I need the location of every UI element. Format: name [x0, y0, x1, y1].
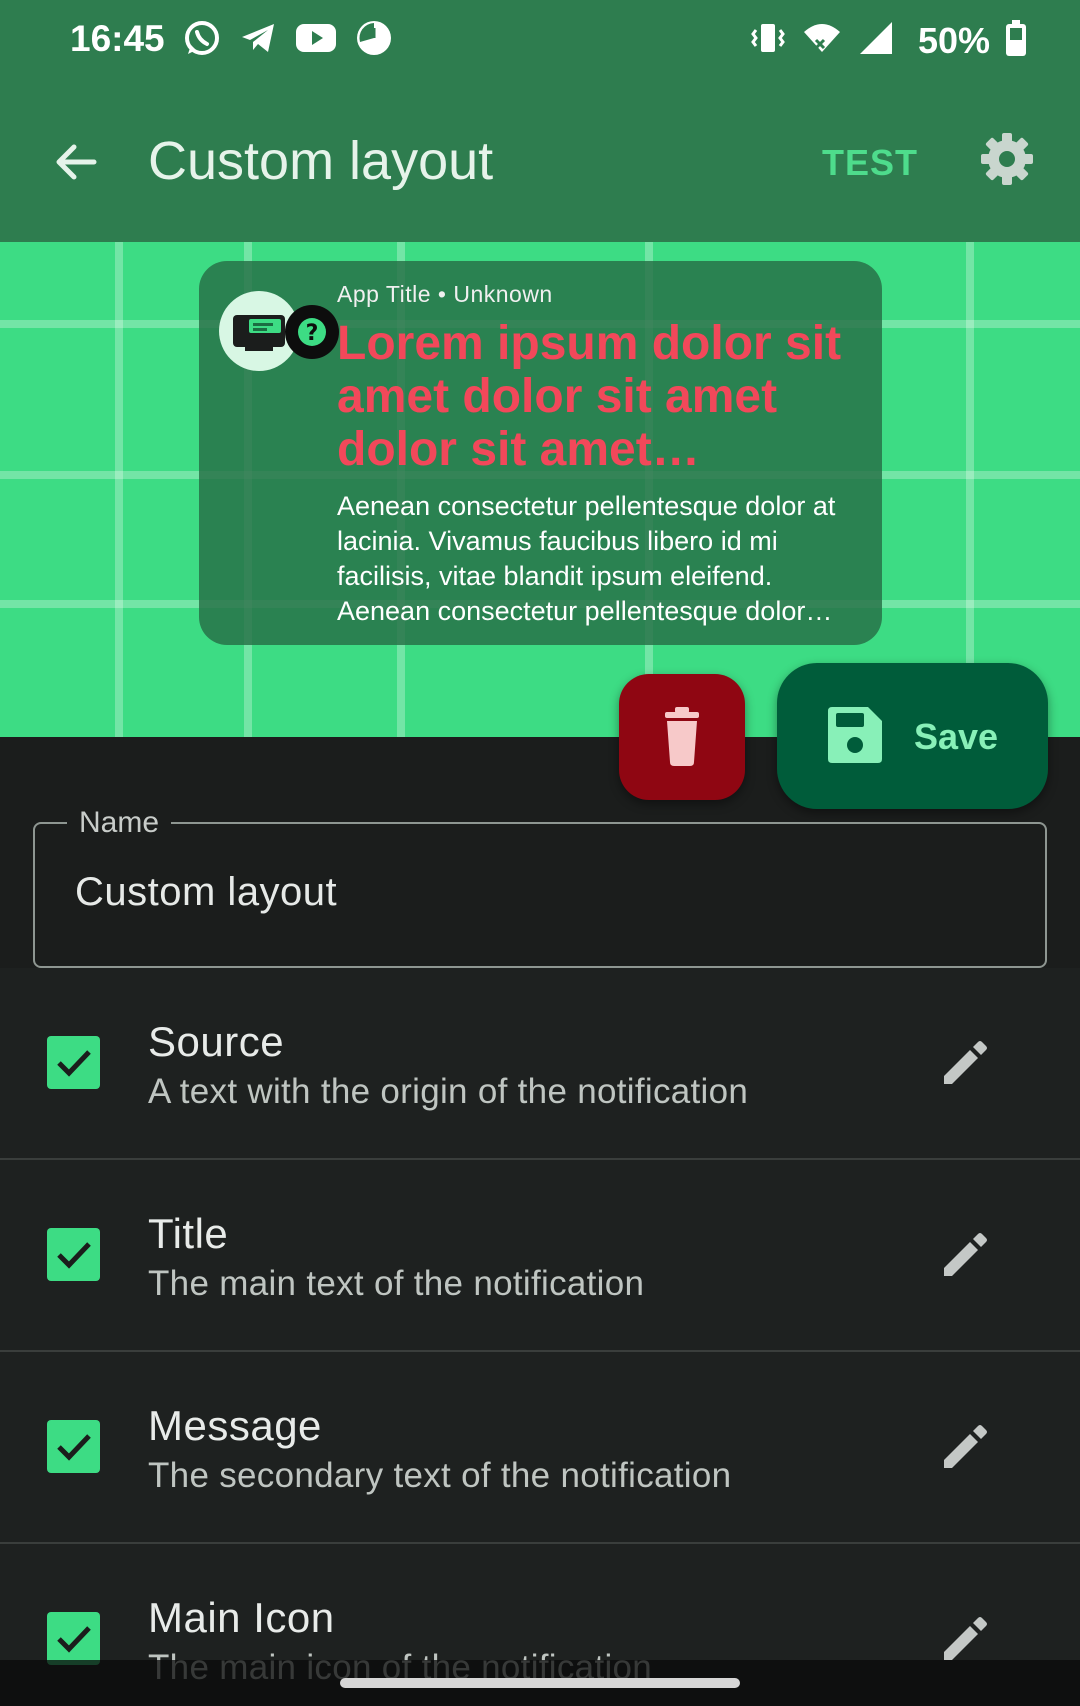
whatsapp-icon [182, 18, 222, 63]
edit-title-button[interactable] [936, 1228, 992, 1284]
pencil-icon [944, 1425, 987, 1468]
edit-message-button[interactable] [936, 1420, 992, 1476]
back-button[interactable] [46, 132, 106, 192]
battery-icon [1004, 18, 1028, 63]
check-icon [57, 1626, 91, 1653]
notification-message: Aenean consectetur pellentesque dolor at… [337, 491, 836, 626]
youtube-icon [294, 18, 338, 63]
item-title: Main Icon [148, 1594, 335, 1641]
notification-source: App Title • Unknown [337, 281, 553, 307]
message-checkbox[interactable] [47, 1420, 100, 1473]
pencil-icon [944, 1041, 987, 1084]
settings-button[interactable] [978, 130, 1036, 188]
item-subtitle: A text with the origin of the notificati… [148, 1072, 749, 1111]
telegram-icon [238, 18, 278, 63]
page-title: Custom layout [148, 131, 494, 191]
check-icon [57, 1434, 91, 1461]
save-button[interactable]: Save [777, 663, 1048, 809]
screen: 16:45 50% Custom layout TEST ? App Title… [0, 0, 1080, 1706]
gear-icon [981, 133, 1033, 185]
status-bar: 16:45 50% [0, 0, 1080, 82]
home-gesture-handle[interactable] [340, 1678, 740, 1688]
pencil-icon [944, 1233, 987, 1276]
list-item-title[interactable]: Title The main text of the notification [0, 1160, 1080, 1352]
status-app-icons [182, 18, 394, 63]
item-title: Message [148, 1402, 322, 1449]
arrow-back-icon [56, 144, 97, 180]
source-checkbox[interactable] [47, 1036, 100, 1089]
notification-app-icon: ? [219, 291, 339, 371]
layout-element-list: Source A text with the origin of the not… [0, 968, 1080, 1706]
item-subtitle: The main text of the notification [148, 1264, 645, 1303]
vibrate-icon [748, 18, 788, 63]
svg-text:?: ? [306, 321, 319, 346]
navigation-bar [0, 1660, 1080, 1706]
item-subtitle: The secondary text of the notification [148, 1456, 732, 1495]
floppy-disk-icon [828, 707, 882, 763]
notification-card: ? App Title • Unknown Lorem ipsum dolor … [199, 261, 882, 645]
list-item-message[interactable]: Message The secondary text of the notifi… [0, 1352, 1080, 1544]
name-field-label: Name [67, 806, 172, 840]
edit-source-button[interactable] [936, 1036, 992, 1092]
item-title: Title [148, 1210, 229, 1257]
test-button[interactable]: TEST [822, 142, 918, 184]
list-item-source[interactable]: Source A text with the origin of the not… [0, 968, 1080, 1160]
name-field[interactable]: Name [33, 806, 1047, 968]
notification-title: Lorem ipsum dolor sit amet dolor sit ame… [337, 317, 842, 476]
save-label: Save [914, 716, 999, 757]
trash-icon [665, 707, 699, 766]
wifi-icon [802, 18, 842, 63]
name-input[interactable] [75, 870, 975, 915]
item-title: Source [148, 1018, 285, 1065]
title-checkbox[interactable] [47, 1228, 100, 1281]
signal-icon [856, 18, 896, 63]
battery-percent: 50% [917, 19, 990, 61]
pie-chart-icon [354, 18, 394, 63]
question-badge-icon: ? [285, 305, 339, 359]
status-time: 16:45 [70, 18, 165, 59]
delete-button[interactable] [619, 674, 745, 800]
status-system-icons: 50% [748, 18, 1028, 63]
grid-line [115, 242, 123, 737]
check-icon [57, 1242, 91, 1269]
main-icon-checkbox[interactable] [47, 1612, 100, 1665]
app-bar: Custom layout TEST [0, 82, 1080, 242]
check-icon [57, 1050, 91, 1077]
